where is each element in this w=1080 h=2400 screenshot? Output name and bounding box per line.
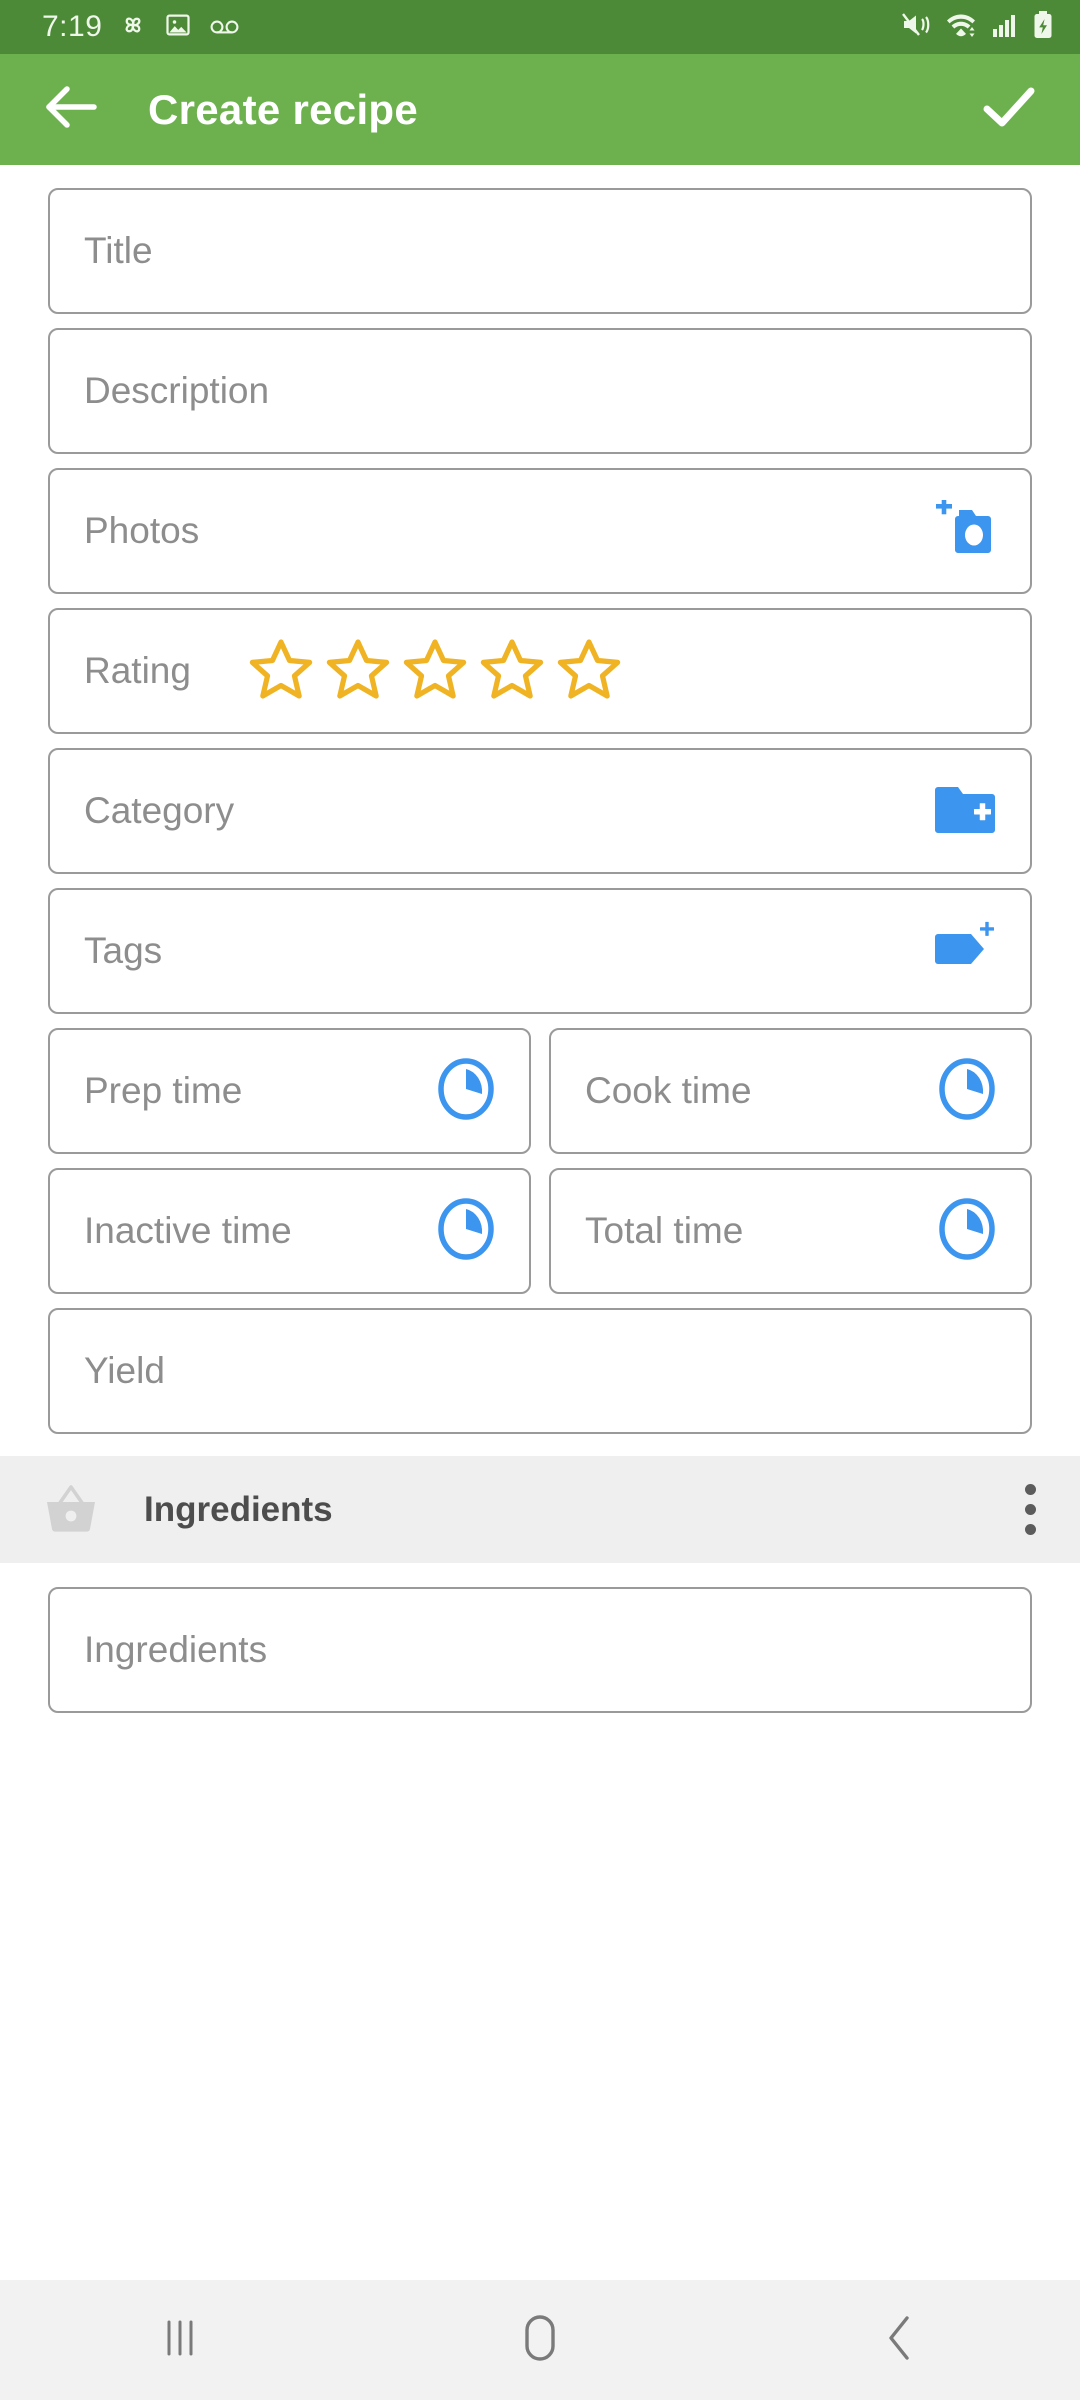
clock-icon[interactable]: [437, 1057, 495, 1125]
gallery-image-icon: [164, 11, 192, 44]
tags-field[interactable]: Tags: [48, 888, 1032, 1014]
recents-icon: [160, 2315, 200, 2366]
rating-field-label: Rating: [84, 650, 191, 691]
cellular-signal-icon: [991, 11, 1019, 44]
add-folder-icon[interactable]: [934, 781, 996, 842]
ingredients-field-label: Ingredients: [84, 1629, 268, 1670]
total-time-field-label: Total time: [585, 1210, 744, 1251]
recipe-form: Title Description Photos Rating Category…: [0, 165, 1080, 2400]
wifi-icon: [944, 10, 978, 45]
star-icon-5[interactable]: [555, 636, 623, 707]
back-button-nav[interactable]: [720, 2313, 1080, 2368]
yield-field-label: Yield: [84, 1350, 165, 1391]
home-icon: [520, 2312, 560, 2369]
star-icon-1[interactable]: [247, 636, 315, 707]
category-field[interactable]: Category: [48, 748, 1032, 874]
ingredients-section-title: Ingredients: [144, 1489, 333, 1529]
status-bar-left: 7:19: [42, 10, 242, 45]
app-bar: Create recipe: [0, 54, 1080, 165]
add-photo-camera-icon[interactable]: [932, 497, 996, 563]
back-button[interactable]: [40, 78, 104, 142]
title-field[interactable]: Title: [48, 188, 1032, 314]
pinwheel-icon: [118, 10, 148, 45]
yield-field[interactable]: Yield: [48, 1308, 1032, 1434]
star-icon-4[interactable]: [478, 636, 546, 707]
inactive-time-field[interactable]: Inactive time: [48, 1168, 531, 1294]
clock-icon[interactable]: [437, 1197, 495, 1265]
status-bar-clock: 7:19: [42, 10, 103, 43]
clock-icon[interactable]: [938, 1057, 996, 1125]
total-time-field[interactable]: Total time: [549, 1168, 1032, 1294]
star-icon-3[interactable]: [401, 636, 469, 707]
system-navigation-bar: [0, 2280, 1080, 2400]
ingredients-input-wrapper: Ingredients: [0, 1563, 1080, 1713]
prep-time-field-label: Prep time: [84, 1070, 243, 1111]
star-rating[interactable]: [247, 636, 623, 707]
ingredients-section-header: Ingredients: [0, 1456, 1080, 1563]
mute-vibrate-icon: [899, 10, 931, 45]
more-options-icon[interactable]: [1025, 1484, 1036, 1535]
back-arrow-icon: [44, 84, 100, 135]
kebab-dot: [1025, 1524, 1036, 1535]
kebab-dot: [1025, 1504, 1036, 1515]
page-title: Create recipe: [148, 85, 419, 133]
status-bar: 7:19: [0, 0, 1080, 54]
time-row-2: Inactive time Total time: [48, 1168, 1032, 1294]
recents-button[interactable]: [0, 2315, 360, 2366]
title-field-label: Title: [84, 230, 153, 271]
rating-field[interactable]: Rating: [48, 608, 1032, 734]
inactive-time-field-label: Inactive time: [84, 1210, 292, 1251]
tags-field-label: Tags: [84, 930, 163, 971]
description-field[interactable]: Description: [48, 328, 1032, 454]
photos-field[interactable]: Photos: [48, 468, 1032, 594]
battery-charging-icon: [1032, 10, 1054, 45]
category-field-label: Category: [84, 790, 235, 831]
basket-icon: [40, 1478, 102, 1541]
status-bar-right: [899, 10, 1054, 45]
kebab-dot: [1025, 1484, 1036, 1495]
photos-field-label: Photos: [84, 510, 200, 551]
cook-time-field-label: Cook time: [585, 1070, 752, 1111]
add-tag-icon[interactable]: [932, 921, 996, 982]
home-button[interactable]: [360, 2312, 720, 2369]
cook-time-field[interactable]: Cook time: [549, 1028, 1032, 1154]
clock-icon[interactable]: [938, 1197, 996, 1265]
ingredients-field[interactable]: Ingredients: [48, 1587, 1032, 1713]
description-field-label: Description: [84, 370, 270, 411]
prep-time-field[interactable]: Prep time: [48, 1028, 531, 1154]
save-recipe-button[interactable]: [974, 75, 1044, 145]
checkmark-icon: [979, 82, 1039, 137]
time-row-1: Prep time Cook time: [48, 1028, 1032, 1154]
back-icon: [883, 2313, 917, 2368]
star-icon-2[interactable]: [324, 636, 392, 707]
voicemail-icon: [208, 13, 242, 42]
